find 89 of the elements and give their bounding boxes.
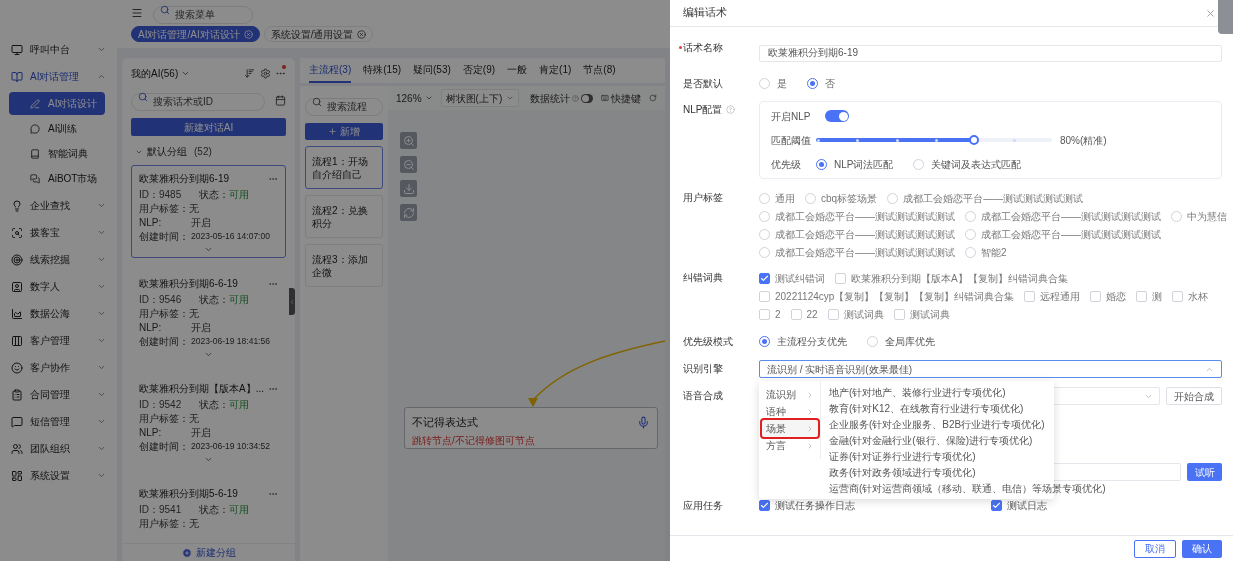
option-label: 测试任务操作日志 bbox=[775, 499, 855, 513]
tag-value: 无 bbox=[189, 411, 199, 426]
option-label: 关键词及表达式匹配 bbox=[931, 157, 1022, 172]
tag-value: 无 bbox=[189, 516, 199, 531]
option-label: 中为慧信 bbox=[1187, 209, 1227, 224]
option-label: 成都工会婚恋平台——测试测试测试测试 bbox=[775, 209, 955, 224]
option-label: 成都工会婚恋平台——测试测试测试测试 bbox=[903, 191, 1084, 206]
option-label: 测试日志 bbox=[1006, 499, 1047, 513]
option-label: 2 bbox=[775, 307, 781, 322]
option-label: 测试纠错词 bbox=[775, 271, 825, 286]
field-label: 语音合成 bbox=[683, 389, 723, 403]
status-value: 可用 bbox=[229, 292, 249, 307]
option-label: 通用 bbox=[775, 191, 795, 206]
node-title: 不记得表达式 bbox=[412, 415, 479, 430]
nlp-label: NLP: bbox=[139, 320, 163, 335]
option-label: 成都工会婚恋平台——测试测试测试测试 bbox=[775, 227, 955, 242]
field-label: 优先级模式 bbox=[683, 335, 733, 349]
time-value: 2023-05-16 14:07:00 bbox=[191, 229, 270, 243]
option-label: 测试词典 bbox=[909, 307, 950, 322]
option-label: 成都工会婚恋平台——测试测试测试测试 bbox=[775, 245, 955, 260]
nlp-value: 开启 bbox=[191, 425, 211, 440]
time-label: 创建时间： bbox=[139, 439, 189, 454]
toggle-label: 开启NLP bbox=[771, 109, 811, 124]
option-label: 主流程分支优先 bbox=[777, 335, 847, 349]
field-label: 话术名称 bbox=[683, 41, 723, 55]
option-label: 22 bbox=[806, 307, 818, 322]
status-label: 状态： bbox=[199, 397, 229, 412]
drawer-title: 编辑话术 bbox=[683, 5, 727, 21]
id-label: ID： bbox=[139, 292, 159, 307]
field-label: 应用任务 bbox=[683, 499, 723, 513]
id-label: ID： bbox=[139, 187, 159, 202]
time-value: 2023-06-19 10:34:52 bbox=[191, 439, 270, 453]
status-value: 可用 bbox=[229, 502, 249, 517]
option-label: 成都工会婚恋平台——测试测试测试测试 bbox=[981, 209, 1161, 224]
field-label: 纠错词典 bbox=[683, 271, 723, 285]
card-title: 欧莱雅积分到期6-6-19 bbox=[139, 277, 239, 291]
option-label: 婚恋 bbox=[1106, 289, 1127, 304]
time-label: 创建时间： bbox=[139, 229, 189, 244]
option-label: NLP词法匹配 bbox=[834, 157, 894, 172]
option-label: 远程通用 bbox=[1040, 289, 1081, 304]
nlp-label: NLP: bbox=[139, 215, 163, 230]
nlp-value: 开启 bbox=[191, 320, 211, 335]
stats-label: 数据统计 bbox=[529, 91, 570, 106]
node-subtitle: 跳转节点/不记得修图可节点 bbox=[412, 433, 536, 448]
option-label: 否 bbox=[825, 77, 835, 91]
id-value: 9485 bbox=[159, 187, 183, 202]
status-value: 可用 bbox=[229, 397, 249, 412]
option-label: 智能2 bbox=[981, 245, 1007, 260]
id-value: 9541 bbox=[159, 502, 183, 517]
option-label: 测试词典 bbox=[843, 307, 884, 322]
list-title: 我的AI(56) bbox=[131, 66, 179, 81]
tag-label: 用户标签： bbox=[139, 516, 189, 531]
id-value: 9542 bbox=[159, 397, 183, 412]
option-label: 水杯 bbox=[1188, 289, 1209, 304]
option-label: cbq标签场景 bbox=[821, 191, 878, 206]
tag-label: 用户标签： bbox=[139, 411, 189, 426]
nlp-label: NLP: bbox=[139, 425, 163, 440]
group-name: 默认分组 bbox=[147, 145, 187, 159]
field-label: NLP配置 bbox=[683, 103, 723, 117]
status-label: 状态： bbox=[199, 292, 229, 307]
option-label: 欧莱雅积分到期【版本A】【复制】纠错词典合集 bbox=[851, 271, 1068, 286]
slider-label: 匹配阈值 bbox=[771, 133, 812, 148]
tag-label: 用户标签： bbox=[139, 306, 189, 321]
card-title: 欧莱雅积分到期【版本A】... bbox=[139, 382, 265, 396]
id-label: ID： bbox=[139, 397, 159, 412]
card-title: 欧莱雅积分到期5-6-19 bbox=[139, 487, 239, 501]
card-title: 欧莱雅积分到期6-19 bbox=[139, 172, 230, 186]
id-value: 9546 bbox=[159, 292, 183, 307]
nlp-value: 开启 bbox=[191, 215, 211, 230]
time-value: 2023-06-19 18:41:56 bbox=[191, 334, 270, 348]
field-label: 识别引擎 bbox=[683, 362, 723, 376]
field-label: 是否默认 bbox=[683, 77, 723, 91]
priority-label: 优先级 bbox=[771, 157, 802, 172]
option-label: 成都工会婚恋平台——测试测试测试测试 bbox=[981, 227, 1161, 242]
slider-reading: 80%(精准) bbox=[1060, 133, 1107, 148]
status-label: 状态： bbox=[199, 502, 229, 517]
group-count: (52) bbox=[194, 145, 212, 159]
status-value: 可用 bbox=[229, 187, 249, 202]
option-label: 全局库优先 bbox=[885, 335, 935, 349]
time-label: 创建时间： bbox=[139, 334, 189, 349]
option-label: 是 bbox=[777, 77, 787, 91]
option-label: 测 bbox=[1152, 289, 1163, 304]
status-label: 状态： bbox=[199, 187, 229, 202]
tag-label: 用户标签： bbox=[139, 201, 189, 216]
id-label: ID： bbox=[139, 502, 159, 517]
field-label: 用户标签 bbox=[683, 191, 723, 205]
tag-value: 无 bbox=[189, 306, 199, 321]
option-label: 20221124cyp【复制】【复制】【复制】纠错词典合集 bbox=[775, 289, 1015, 304]
tag-value: 无 bbox=[189, 201, 199, 216]
